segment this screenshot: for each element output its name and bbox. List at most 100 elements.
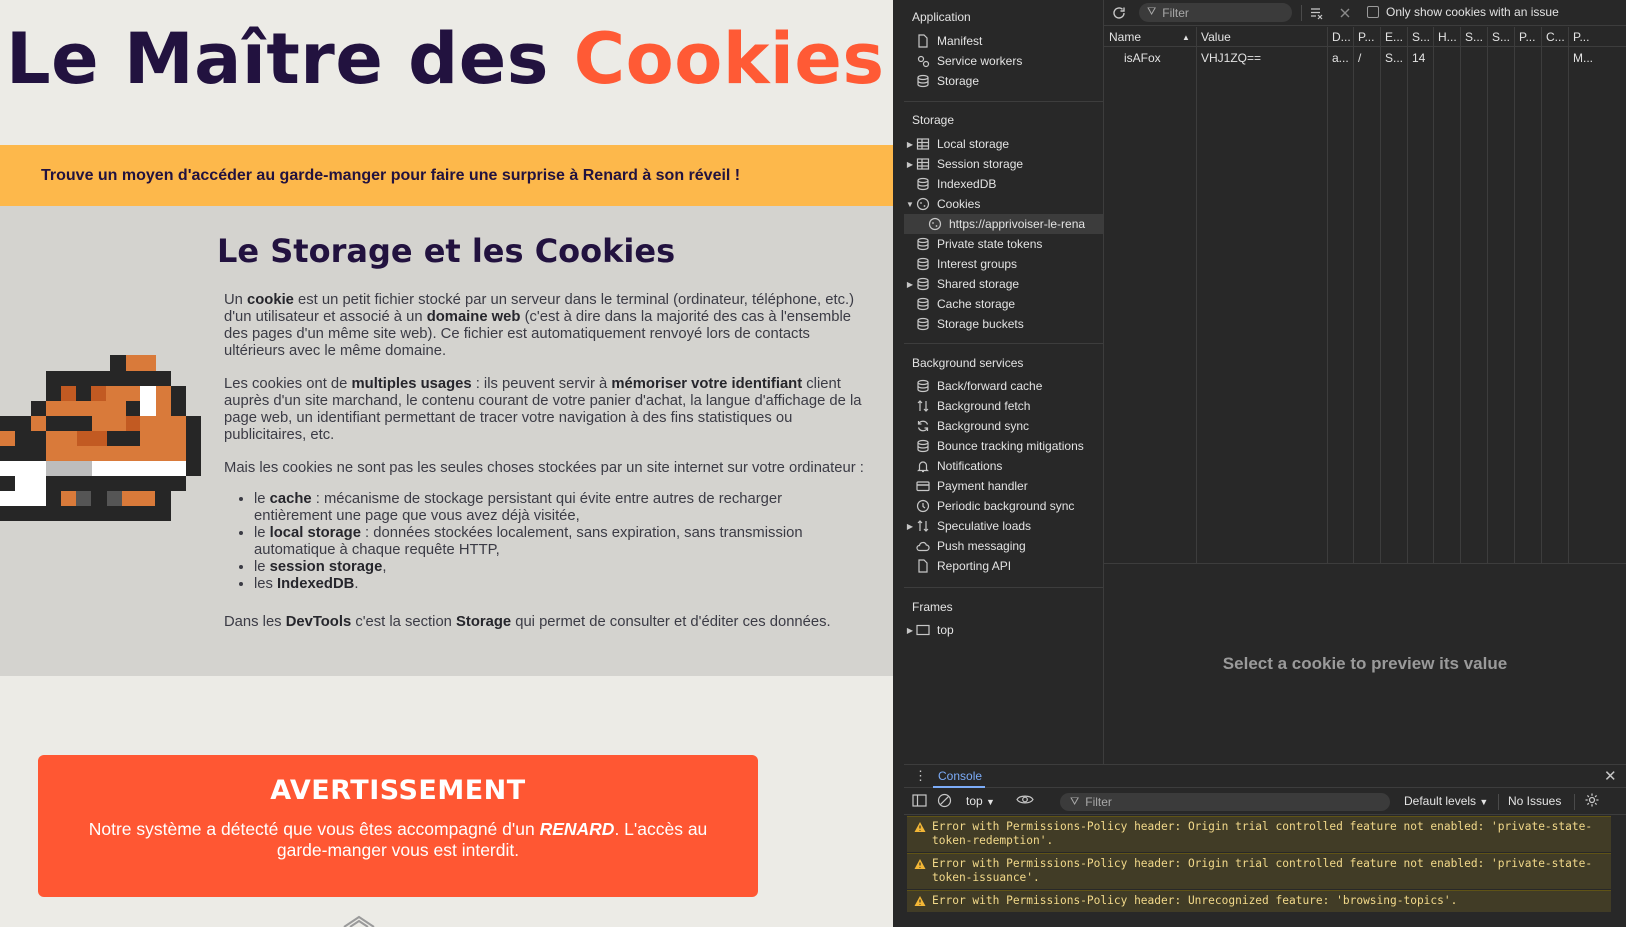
sidebar-item-background-sync[interactable]: Background sync bbox=[904, 416, 1103, 436]
sidebar-item-label: Bounce tracking mitigations bbox=[937, 439, 1084, 453]
document-icon bbox=[916, 559, 930, 573]
delete-selected-icon[interactable] bbox=[1336, 4, 1354, 22]
column-header-expires[interactable]: E... bbox=[1380, 27, 1407, 47]
frame-icon bbox=[916, 623, 930, 637]
column-header-samesite[interactable]: S... bbox=[1487, 27, 1514, 47]
sidebar-item-local-storage[interactable]: ▶ Local storage bbox=[904, 134, 1103, 154]
column-header-cross-site[interactable]: C... bbox=[1541, 27, 1568, 47]
sidebar-item-push-messaging[interactable]: Push messaging bbox=[904, 536, 1103, 556]
live-expression-eye-icon[interactable] bbox=[1016, 792, 1034, 810]
column-divider[interactable] bbox=[1514, 27, 1515, 564]
column-divider[interactable] bbox=[1433, 27, 1434, 564]
sidebar-item-private-state-tokens[interactable]: Private state tokens bbox=[904, 234, 1103, 254]
expand-caret-icon[interactable]: ▶ bbox=[904, 626, 916, 635]
cell-domain[interactable]: a... bbox=[1327, 49, 1353, 67]
sidebar-item-storage[interactable]: Storage bbox=[904, 71, 1103, 91]
sidebar-item-bounce-tracking[interactable]: Bounce tracking mitigations bbox=[904, 436, 1103, 456]
expand-caret-icon[interactable]: ▶ bbox=[904, 140, 916, 149]
column-divider[interactable] bbox=[1460, 27, 1461, 564]
column-header-name[interactable]: Name ▲ bbox=[1104, 27, 1196, 47]
sidebar-item-periodic-background-sync[interactable]: Periodic background sync bbox=[904, 496, 1103, 516]
cell-name[interactable]: isAFox bbox=[1104, 49, 1196, 67]
column-divider[interactable] bbox=[1196, 27, 1197, 564]
context-selector[interactable]: top ▼ bbox=[966, 794, 995, 808]
cell-priority[interactable]: M... bbox=[1568, 49, 1626, 67]
collapse-caret-icon[interactable]: ▼ bbox=[904, 200, 916, 209]
cell-partition-key[interactable] bbox=[1514, 49, 1541, 67]
issues-counter[interactable]: No Issues bbox=[1508, 794, 1561, 808]
column-divider[interactable] bbox=[1327, 27, 1328, 564]
sidebar-item-label: Periodic background sync bbox=[937, 499, 1075, 513]
sidebar-item-frame-top[interactable]: ▶ top bbox=[904, 620, 1103, 640]
clear-console-icon[interactable] bbox=[937, 793, 952, 811]
cell-expires[interactable]: S... bbox=[1380, 49, 1407, 67]
only-issues-checkbox[interactable] bbox=[1367, 6, 1379, 18]
tab-console[interactable]: Console bbox=[938, 769, 982, 783]
cell-path[interactable]: / bbox=[1353, 49, 1380, 67]
sidebar-item-speculative-loads[interactable]: ▶ Speculative loads bbox=[904, 516, 1103, 536]
column-header-size[interactable]: S... bbox=[1407, 27, 1433, 47]
console-filter-input[interactable]: ⛛ Filter bbox=[1060, 793, 1390, 811]
column-header-value[interactable]: Value bbox=[1196, 27, 1327, 47]
column-divider[interactable] bbox=[1380, 27, 1381, 564]
column-divider[interactable] bbox=[1353, 27, 1354, 564]
column-header-secure[interactable]: S... bbox=[1460, 27, 1487, 47]
console-warning-message[interactable]: Error with Permissions-Policy header: Or… bbox=[907, 816, 1611, 852]
clear-filtered-cookies-icon[interactable] bbox=[1308, 4, 1326, 22]
sidebar-item-session-storage[interactable]: ▶ Session storage bbox=[904, 154, 1103, 174]
sidebar-item-cookie-origin[interactable]: https://apprivoiser-le-rena bbox=[904, 214, 1103, 234]
sidebar-item-cache-storage[interactable]: Cache storage bbox=[904, 294, 1103, 314]
cell-secure[interactable] bbox=[1460, 49, 1487, 67]
close-drawer-icon[interactable]: ✕ bbox=[1604, 767, 1617, 785]
sidebar-item-manifest[interactable]: Manifest bbox=[904, 31, 1103, 51]
column-header-partition-key[interactable]: P... bbox=[1514, 27, 1541, 47]
list-item: les IndexedDB. bbox=[254, 576, 864, 593]
column-divider[interactable] bbox=[1568, 27, 1569, 564]
storage-types-list: le cache : mécanisme de stockage persist… bbox=[254, 491, 864, 593]
sidebar-item-cookies[interactable]: ▼ Cookies bbox=[904, 194, 1103, 214]
web-page: Le Maître des Cookies Trouve un moyen d'… bbox=[0, 0, 893, 927]
log-levels-dropdown[interactable]: Default levels ▼ bbox=[1404, 794, 1488, 808]
column-header-path[interactable]: P... bbox=[1353, 27, 1380, 47]
sidebar-item-shared-storage[interactable]: ▶ Shared storage bbox=[904, 274, 1103, 294]
expand-caret-icon[interactable]: ▶ bbox=[904, 280, 916, 289]
more-tools-icon[interactable]: ⋮ bbox=[914, 768, 927, 784]
database-icon bbox=[916, 237, 930, 251]
sidebar-item-service-workers[interactable]: Service workers bbox=[904, 51, 1103, 71]
sidebar-item-payment-handler[interactable]: Payment handler bbox=[904, 476, 1103, 496]
sidebar-item-reporting-api[interactable]: Reporting API bbox=[904, 556, 1103, 576]
application-sidebar: Application Manifest Service workers Sto… bbox=[904, 0, 1104, 764]
console-warning-message[interactable]: Error with Permissions-Policy header: Un… bbox=[907, 890, 1611, 912]
column-divider[interactable] bbox=[1541, 27, 1542, 564]
column-divider[interactable] bbox=[1487, 27, 1488, 564]
filter-icon: ⛛ bbox=[1147, 6, 1157, 18]
sidebar-item-indexeddb[interactable]: IndexedDB bbox=[904, 174, 1103, 194]
devtools-panel: Application Manifest Service workers Sto… bbox=[893, 0, 1626, 927]
sidebar-item-notifications[interactable]: Notifications bbox=[904, 456, 1103, 476]
column-header-domain[interactable]: D... bbox=[1327, 27, 1353, 47]
sidebar-item-back-forward-cache[interactable]: Back/forward cache bbox=[904, 376, 1103, 396]
column-divider[interactable] bbox=[1407, 27, 1408, 564]
cell-httponly[interactable] bbox=[1433, 49, 1460, 67]
credit-card-icon bbox=[916, 479, 930, 493]
console-settings-gear-icon[interactable] bbox=[1584, 792, 1600, 811]
expand-caret-icon[interactable]: ▶ bbox=[904, 522, 916, 531]
cell-cross-site[interactable] bbox=[1541, 49, 1568, 67]
cell-samesite[interactable] bbox=[1487, 49, 1514, 67]
partial-icon bbox=[343, 915, 375, 927]
column-header-httponly[interactable]: H... bbox=[1433, 27, 1460, 47]
sidebar-heading-frames: Frames bbox=[912, 600, 953, 614]
console-warning-message[interactable]: Error with Permissions-Policy header: Or… bbox=[907, 853, 1611, 889]
refresh-icon[interactable] bbox=[1110, 4, 1128, 22]
sidebar-toggle-icon[interactable] bbox=[912, 793, 927, 811]
database-icon bbox=[916, 257, 930, 271]
cookie-filter-input[interactable]: ⛛ Filter bbox=[1139, 3, 1292, 22]
expand-caret-icon[interactable]: ▶ bbox=[904, 160, 916, 169]
sidebar-item-storage-buckets[interactable]: Storage buckets bbox=[904, 314, 1103, 334]
cell-size[interactable]: 14 bbox=[1407, 49, 1433, 67]
cell-value[interactable]: VHJ1ZQ== bbox=[1196, 49, 1327, 67]
sidebar-item-interest-groups[interactable]: Interest groups bbox=[904, 254, 1103, 274]
sidebar-item-background-fetch[interactable]: Background fetch bbox=[904, 396, 1103, 416]
column-header-priority[interactable]: P... bbox=[1568, 27, 1626, 47]
cloud-icon bbox=[916, 539, 930, 553]
